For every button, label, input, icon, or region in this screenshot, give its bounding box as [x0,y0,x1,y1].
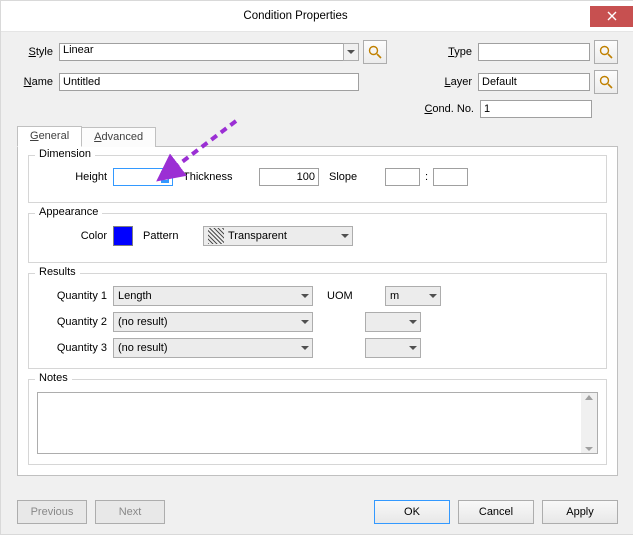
layer-label: Layer [422,76,478,88]
window-title: Condition Properties [1,10,590,22]
color-label: Color [37,230,113,242]
style-select[interactable]: Linear [59,43,359,61]
appearance-group: Appearance Color Pattern Transparent [28,213,607,263]
name-label: Name [17,76,59,88]
previous-button: Previous [17,500,87,524]
slope-colon: : [420,171,433,183]
thickness-label: Thickness [173,171,259,183]
condno-input[interactable] [480,100,592,118]
scrollbar[interactable] [581,393,597,453]
notes-legend: Notes [35,372,72,384]
q3-uom-select[interactable] [365,338,421,358]
chevron-down-icon [425,287,440,305]
chevron-down-icon [343,43,359,61]
condno-label: Cond. No. [408,103,480,115]
chevron-down-icon [297,313,312,331]
style-label: Style [17,46,59,58]
appearance-legend: Appearance [35,206,102,218]
notes-group: Notes [28,379,607,465]
scroll-up-icon [585,395,593,400]
thickness-input[interactable] [259,168,319,186]
magnifier-icon [599,75,613,89]
tab-advanced[interactable]: Advanced [81,127,156,147]
title-bar: Condition Properties [1,1,633,32]
color-swatch[interactable] [113,226,133,246]
q2-select[interactable]: (no result) [113,312,313,332]
type-browse-button[interactable] [594,40,618,64]
q2-uom-select[interactable] [365,312,421,332]
chevron-down-icon [405,339,420,357]
chevron-down-icon [337,227,352,245]
pattern-icon [208,228,224,244]
magnifier-icon [599,45,613,59]
next-button: Next [95,500,165,524]
q2-label: Quantity 2 [37,316,113,328]
layer-browse-button[interactable] [594,70,618,94]
q1-uom-select[interactable]: m [385,286,441,306]
type-input[interactable] [478,43,590,61]
pattern-select[interactable]: Transparent [203,226,353,246]
scroll-down-icon [585,447,593,451]
pattern-label: Pattern [133,230,203,242]
results-legend: Results [35,266,80,278]
slope-label: Slope [319,171,385,183]
chevron-down-icon [297,339,312,357]
q1-select[interactable]: Length [113,286,313,306]
tab-general[interactable]: General [17,126,82,147]
tab-panel-general: Dimension Height 1 Thickness Slope : App… [17,146,618,476]
layer-input[interactable] [478,73,590,91]
height-input[interactable]: 1 [113,168,173,186]
height-label: Height [37,171,113,183]
ok-button[interactable]: OK [374,500,450,524]
chevron-down-icon [405,313,420,331]
chevron-down-icon [297,287,312,305]
q3-select[interactable]: (no result) [113,338,313,358]
type-label: Type [422,46,478,58]
style-browse-button[interactable] [363,40,387,64]
close-icon [607,11,617,21]
name-input[interactable] [59,73,359,91]
uom-label: UOM [313,290,385,302]
apply-button[interactable]: Apply [542,500,618,524]
slope-b-input[interactable] [433,168,468,186]
magnifier-icon [368,45,382,59]
q1-label: Quantity 1 [37,290,113,302]
results-group: Results Quantity 1 Length UOM m Quantity… [28,273,607,369]
cancel-button[interactable]: Cancel [458,500,534,524]
close-button[interactable] [590,6,633,27]
slope-a-input[interactable] [385,168,420,186]
dimension-group: Dimension Height 1 Thickness Slope : [28,155,607,203]
notes-textarea[interactable] [37,392,598,454]
dimension-legend: Dimension [35,148,95,160]
q3-label: Quantity 3 [37,342,113,354]
